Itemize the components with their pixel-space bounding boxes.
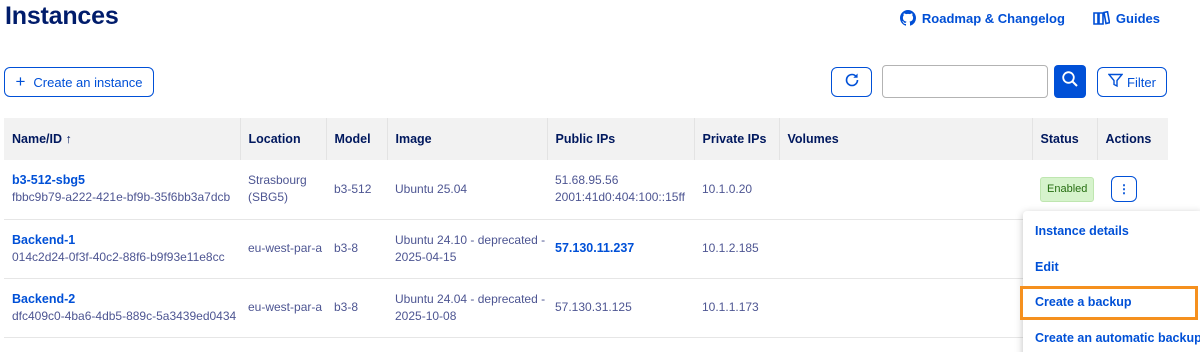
menu-item-create-automatic-backup[interactable]: Create an automatic backup [1035, 331, 1200, 345]
instance-location: Strasbourg (SBG5) [240, 160, 326, 220]
plus-icon: + [15, 71, 26, 91]
instance-volumes [779, 160, 1032, 220]
sort-ascending-icon: ↑ [65, 132, 72, 146]
instance-id: 014c2d24-0f3f-40c2-88f6-b9f93e11e8cc [12, 249, 225, 264]
highlight-box [1020, 286, 1198, 320]
github-icon [899, 10, 916, 26]
search-input[interactable] [882, 65, 1048, 98]
menu-item-instance-details[interactable]: Instance details [1035, 224, 1129, 238]
column-header-private-ips: Private IPs [693, 118, 779, 160]
table-row: b3-512-sbg5 fbbc9b79-a222-421e-bf9b-35f6… [4, 160, 1168, 220]
filter-label: Filter [1127, 74, 1156, 90]
search-icon [1061, 70, 1079, 93]
roadmap-link[interactable]: Roadmap & Changelog [899, 10, 1065, 26]
refresh-icon [843, 71, 861, 94]
instance-image: Ubuntu 24.10 - deprecated - 2025-04-15 [387, 219, 547, 279]
top-links: Roadmap & Changelog Guides [899, 10, 1160, 26]
column-header-public-ips: Public IPs [546, 118, 694, 160]
instances-table: Name/ID ↑ Location Model Image Public IP… [4, 118, 1168, 338]
instance-name-link[interactable]: Backend-2 [12, 291, 240, 308]
instance-model: b3-512 [326, 160, 387, 220]
column-header-status: Status [1031, 118, 1097, 160]
column-header-name[interactable]: Name/ID ↑ [4, 118, 240, 160]
instance-volumes [779, 278, 1032, 338]
column-header-image: Image [386, 118, 547, 160]
instance-id: dfc409c0-4ba6-4db5-889c-5a3439ed0434 [12, 308, 237, 323]
more-vertical-icon: ⋮ [1118, 181, 1130, 196]
column-header-volumes: Volumes [778, 118, 1032, 160]
private-ip: 10.1.0.20 [694, 160, 779, 220]
column-header-location: Location [239, 118, 326, 160]
table-header-row: Name/ID ↑ Location Model Image Public IP… [4, 118, 1168, 160]
private-ip: 10.1.1.173 [694, 278, 779, 338]
instance-location: eu-west-par-a [240, 219, 326, 279]
column-header-model: Model [325, 118, 387, 160]
instance-image: Ubuntu 24.04 - deprecated - 2025-10-08 [387, 278, 547, 338]
actions-dropdown-menu: Instance details Edit Create a backup Cr… [1023, 211, 1200, 352]
filter-icon [1107, 73, 1124, 91]
instance-location: eu-west-par-a [240, 278, 326, 338]
column-header-actions: Actions [1096, 118, 1168, 160]
roadmap-link-label: Roadmap & Changelog [921, 10, 1065, 26]
public-ip-link[interactable]: 57.130.11.237 [555, 241, 634, 255]
filter-button[interactable]: Filter [1097, 67, 1167, 97]
instance-model: b3-8 [326, 219, 387, 279]
guides-link-label: Guides [1115, 10, 1160, 26]
instance-name-link[interactable]: Backend-1 [12, 232, 240, 249]
search-button[interactable] [1054, 65, 1086, 98]
public-ip: 2001:41d0:404:100::15ff [555, 190, 685, 205]
instance-id: fbbc9b79-a222-421e-bf9b-35f6bb3a7dcb [12, 190, 231, 205]
page-title: Instances [5, 2, 119, 30]
instance-name-link[interactable]: b3-512-sbg5 [12, 172, 240, 189]
menu-item-edit[interactable]: Edit [1035, 260, 1059, 274]
private-ip: 10.1.2.185 [694, 219, 779, 279]
public-ip: 51.68.95.56 [555, 173, 619, 188]
instance-image: Ubuntu 25.04 [387, 160, 547, 220]
create-instance-label: Create an instance [33, 74, 143, 90]
instance-model: b3-8 [326, 278, 387, 338]
create-instance-button[interactable]: + Create an instance [4, 67, 154, 97]
table-row: Backend-1 014c2d24-0f3f-40c2-88f6-b9f93e… [4, 219, 1168, 279]
refresh-button[interactable] [831, 67, 872, 97]
public-ip: 57.130.31.125 [547, 278, 694, 338]
instance-volumes [779, 219, 1032, 279]
actions-menu-button[interactable]: ⋮ [1111, 176, 1137, 203]
book-icon [1093, 11, 1110, 25]
guides-link[interactable]: Guides [1093, 10, 1160, 26]
table-row: Backend-2 dfc409c0-4ba6-4db5-889c-5a3439… [4, 278, 1168, 338]
status-badge: Enabled [1040, 176, 1095, 202]
